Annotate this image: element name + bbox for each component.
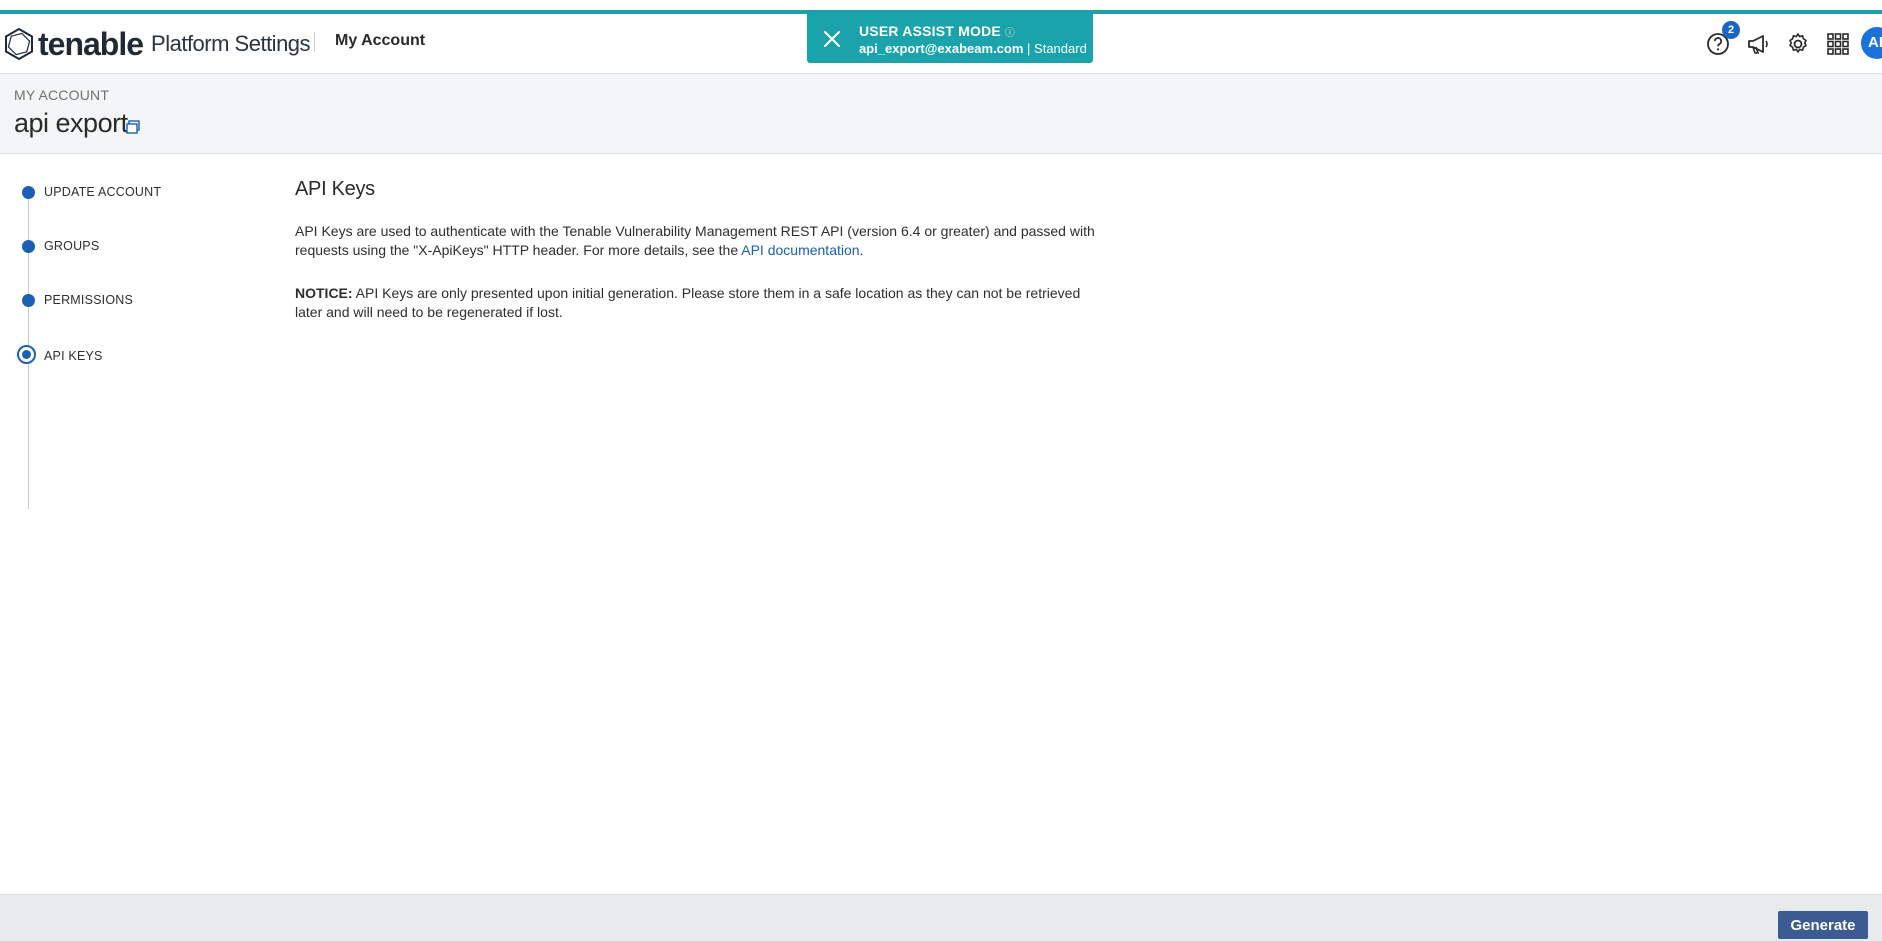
brand-name: tenable [38, 25, 144, 62]
api-documentation-link[interactable]: API documentation [741, 242, 859, 258]
step-update-account[interactable]: UPDATE ACCOUNT [0, 181, 260, 205]
step-label: UPDATE ACCOUNT [44, 185, 162, 199]
api-keys-panel: API Keys API Keys are used to authentica… [295, 178, 1095, 322]
action-footer: Generate [0, 894, 1882, 941]
step-dot [22, 240, 35, 253]
step-api-keys[interactable]: API KEYS [0, 345, 260, 369]
header-divider [314, 32, 315, 52]
gear-icon[interactable] [1785, 31, 1811, 57]
tenable-logo[interactable]: tenable Platform Settings [2, 24, 311, 64]
notice-label: NOTICE: [295, 285, 353, 301]
account-stepper: UPDATE ACCOUNT GROUPS PERMISSIONS API KE… [0, 154, 280, 509]
copy-icon[interactable] [125, 119, 141, 135]
step-groups[interactable]: GROUPS [0, 235, 260, 259]
step-dot [22, 294, 35, 307]
header-section-title: My Account [335, 32, 426, 49]
tenable-logo-icon [5, 27, 33, 61]
user-avatar[interactable]: AE [1861, 27, 1882, 59]
product-name: Platform Settings [151, 31, 311, 56]
step-dot [22, 186, 35, 199]
close-icon[interactable] [821, 28, 843, 50]
info-icon[interactable]: ⓘ [1005, 28, 1015, 39]
api-keys-notice: NOTICE: API Keys are only presented upon… [295, 285, 1081, 320]
step-dot-active [17, 345, 36, 364]
api-keys-description: API Keys are used to authenticate with t… [295, 223, 1095, 258]
page-title: api export [14, 108, 128, 138]
user-assist-banner: USER ASSIST MODE ⓘ api_export@exabeam.com… [807, 14, 1093, 63]
help-notification-badge: 2 [1722, 21, 1740, 39]
assist-user-role: Standard [1034, 41, 1087, 56]
section-heading: API Keys [295, 178, 375, 200]
step-label: GROUPS [44, 239, 100, 253]
announcement-icon[interactable] [1745, 31, 1771, 57]
step-label: PERMISSIONS [44, 293, 134, 307]
breadcrumb: MY ACCOUNT [14, 87, 110, 103]
step-label: API KEYS [44, 349, 103, 363]
assist-mode-title: USER ASSIST MODE ⓘ [859, 23, 1016, 39]
page-subheader: MY ACCOUNT api export [0, 74, 1882, 154]
assist-mode-user: api_export@exabeam.com | Standard [859, 41, 1087, 56]
step-permissions[interactable]: PERMISSIONS [0, 289, 260, 313]
assist-user-email: api_export@exabeam.com [859, 41, 1024, 56]
generate-button[interactable]: Generate [1778, 911, 1868, 939]
apps-grid-icon[interactable] [1825, 31, 1851, 57]
